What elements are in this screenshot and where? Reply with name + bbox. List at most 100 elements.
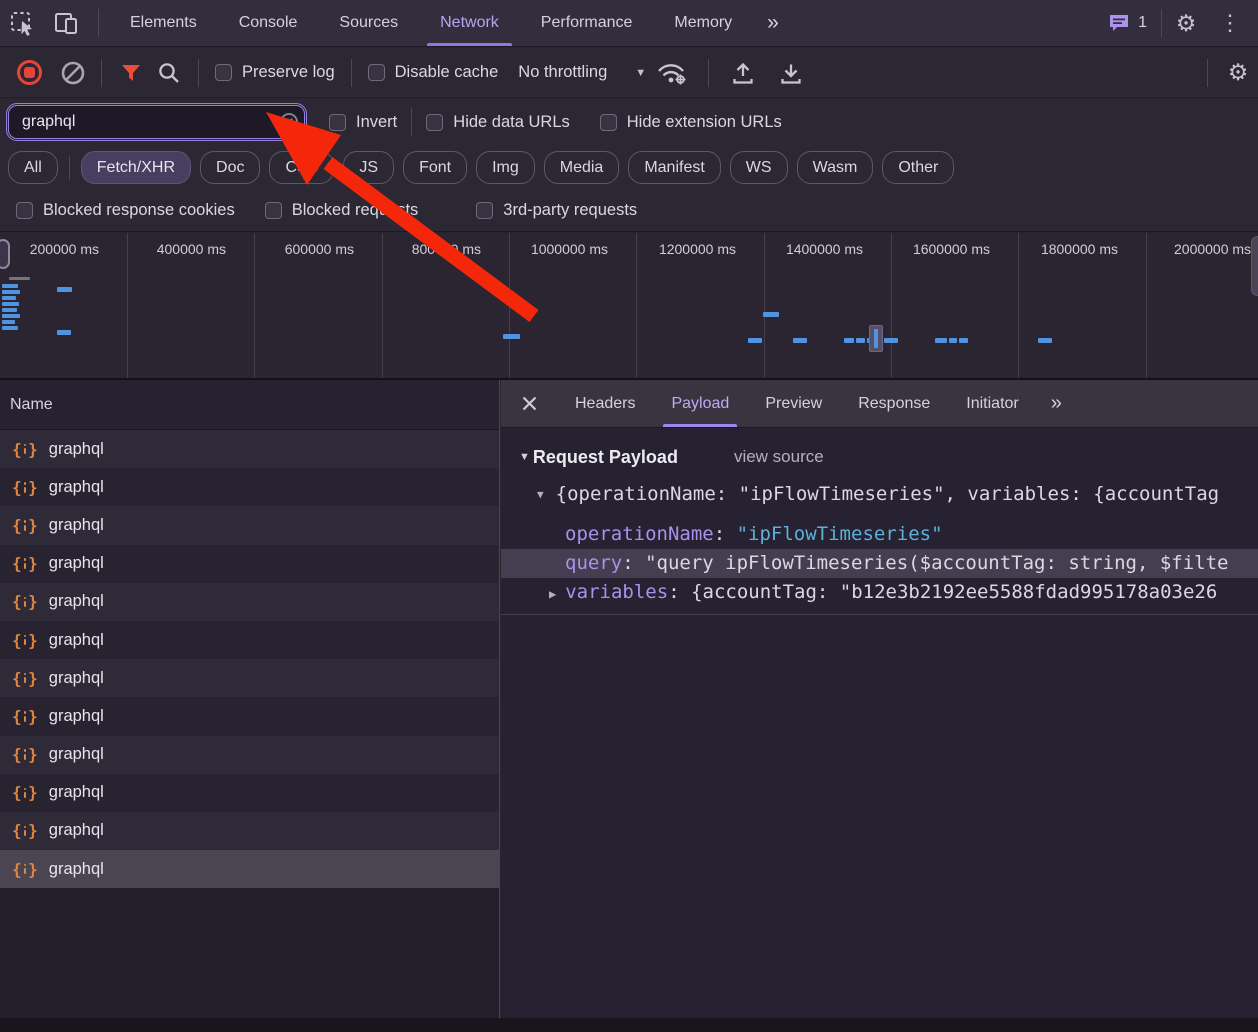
network-settings-gear-icon[interactable]: ⚙ xyxy=(1218,53,1258,93)
waterfall-bar xyxy=(2,296,16,300)
more-detail-tabs-icon[interactable]: » xyxy=(1037,392,1074,415)
payload-row-operation-name[interactable]: operationName: "ipFlowTimeseries" xyxy=(501,520,1258,549)
inspect-element-icon[interactable] xyxy=(0,0,44,46)
tab-headers[interactable]: Headers xyxy=(557,380,653,427)
tab-console[interactable]: Console xyxy=(218,0,319,46)
blocked-response-cookies-checkbox[interactable]: Blocked response cookies xyxy=(16,201,235,220)
payload-row-query[interactable]: query: "query ipFlowTimeseries($accountT… xyxy=(501,549,1258,578)
network-overview-timeline[interactable]: 200000 ms 400000 ms 600000 ms 800000 ms … xyxy=(0,233,1258,380)
chip-all[interactable]: All xyxy=(8,151,58,184)
request-row[interactable]: {}graphql xyxy=(0,545,499,583)
close-detail-icon[interactable] xyxy=(501,380,557,427)
name-column-header[interactable]: Name xyxy=(0,380,499,430)
request-row[interactable]: {}graphql xyxy=(0,468,499,506)
device-toolbar-icon[interactable] xyxy=(44,0,88,46)
request-row[interactable]: {}graphql xyxy=(0,736,499,774)
request-row[interactable]: {}graphql xyxy=(0,774,499,812)
issues-button[interactable]: 1 xyxy=(1098,13,1157,33)
chip-font[interactable]: Font xyxy=(403,151,467,184)
timeline-tick: 200000 ms xyxy=(0,241,113,261)
divider xyxy=(501,614,1258,615)
waterfall-bar xyxy=(503,334,520,339)
record-network-log-icon[interactable] xyxy=(17,60,42,85)
waterfall-bar xyxy=(748,338,762,343)
settings-gear-icon[interactable]: ⚙ xyxy=(1166,3,1206,43)
detail-tab-bar: Headers Payload Preview Response Initiat… xyxy=(501,380,1258,428)
clear-network-log-icon[interactable] xyxy=(55,48,91,97)
overview-grip-handle[interactable] xyxy=(0,239,10,269)
chip-other[interactable]: Other xyxy=(882,151,954,184)
filter-funnel-icon[interactable] xyxy=(112,48,150,97)
waterfall-bar xyxy=(763,312,779,317)
waterfall-bar xyxy=(2,308,17,312)
kebab-menu-icon[interactable]: ⋮ xyxy=(1210,3,1250,43)
tab-sources[interactable]: Sources xyxy=(318,0,419,46)
timeline-tick: 1000000 ms xyxy=(509,241,622,261)
timeline-tick: 400000 ms xyxy=(127,241,240,261)
view-source-link[interactable]: view source xyxy=(734,447,824,467)
json-request-icon: {} xyxy=(12,669,38,688)
main-tab-bar: Elements Console Sources Network Perform… xyxy=(0,0,1258,47)
request-row[interactable]: {}graphql xyxy=(0,430,499,468)
window-bottom-edge xyxy=(0,1018,1258,1032)
request-row[interactable]: {}graphql xyxy=(0,506,499,544)
tab-memory[interactable]: Memory xyxy=(653,0,753,46)
tab-preview[interactable]: Preview xyxy=(747,380,840,427)
payload-row-variables[interactable]: ▶variables: {accountTag: "b12e3b2192ee55… xyxy=(501,578,1258,607)
tab-network[interactable]: Network xyxy=(419,0,520,46)
chip-css[interactable]: CSS xyxy=(269,151,334,184)
waterfall-bar xyxy=(9,277,30,280)
preserve-log-checkbox[interactable]: Preserve log xyxy=(215,63,335,82)
disable-cache-checkbox[interactable]: Disable cache xyxy=(368,63,499,82)
tab-payload[interactable]: Payload xyxy=(653,380,747,427)
more-tabs-icon[interactable]: » xyxy=(753,11,791,35)
tab-performance[interactable]: Performance xyxy=(520,0,654,46)
issues-count: 1 xyxy=(1138,14,1147,32)
search-icon[interactable] xyxy=(150,48,188,97)
divider xyxy=(351,59,352,87)
waterfall-bar xyxy=(949,338,957,343)
request-row[interactable]: {}graphql xyxy=(0,697,499,735)
request-row-selected[interactable]: {}graphql xyxy=(0,850,499,888)
request-row[interactable]: {}graphql xyxy=(0,812,499,850)
checkbox xyxy=(215,64,232,81)
request-row[interactable]: {}graphql xyxy=(0,583,499,621)
checkbox xyxy=(600,114,617,131)
hide-data-urls-checkbox[interactable]: Hide data URLs xyxy=(426,113,569,132)
network-conditions-icon[interactable] xyxy=(646,48,698,97)
throttling-select[interactable]: No throttling ▼ xyxy=(518,63,646,82)
message-bubble-icon xyxy=(1108,13,1131,33)
checkbox xyxy=(16,202,33,219)
blocked-requests-checkbox[interactable]: Blocked requests xyxy=(265,201,419,220)
filter-input[interactable] xyxy=(9,113,274,131)
tab-response[interactable]: Response xyxy=(840,380,948,427)
payload-section-title: Request Payload xyxy=(533,447,678,468)
request-row[interactable]: {}graphql xyxy=(0,621,499,659)
chip-ws[interactable]: WS xyxy=(730,151,788,184)
waterfall-bar xyxy=(856,338,865,343)
chip-media[interactable]: Media xyxy=(544,151,620,184)
json-request-icon: {} xyxy=(12,554,38,573)
export-har-icon[interactable] xyxy=(767,48,815,97)
chip-wasm[interactable]: Wasm xyxy=(797,151,874,184)
import-har-icon[interactable] xyxy=(719,48,767,97)
chip-fetch-xhr[interactable]: Fetch/XHR xyxy=(81,151,191,184)
tab-elements[interactable]: Elements xyxy=(109,0,218,46)
resource-type-chips: All Fetch/XHR Doc CSS JS Font Img Media … xyxy=(0,145,1258,190)
chip-manifest[interactable]: Manifest xyxy=(628,151,720,184)
chip-doc[interactable]: Doc xyxy=(200,151,260,184)
waterfall-bar xyxy=(884,338,898,343)
chip-img[interactable]: Img xyxy=(476,151,535,184)
tab-initiator[interactable]: Initiator xyxy=(948,380,1036,427)
invert-checkbox[interactable]: Invert xyxy=(329,113,397,132)
overview-scroll-handle[interactable] xyxy=(1251,236,1258,296)
payload-object-summary[interactable]: ▼{operationName: "ipFlowTimeseries", var… xyxy=(501,480,1258,508)
timeline-tick: 800000 ms xyxy=(382,241,495,261)
timeline-tick: 1200000 ms xyxy=(636,241,750,261)
hide-extension-urls-checkbox[interactable]: Hide extension URLs xyxy=(600,113,782,132)
chip-js[interactable]: JS xyxy=(343,151,394,184)
third-party-requests-checkbox[interactable]: 3rd-party requests xyxy=(476,201,637,220)
clear-filter-icon[interactable] xyxy=(274,112,304,132)
request-row[interactable]: {}graphql xyxy=(0,659,499,697)
collapse-section-icon[interactable]: ▼ xyxy=(519,451,530,463)
